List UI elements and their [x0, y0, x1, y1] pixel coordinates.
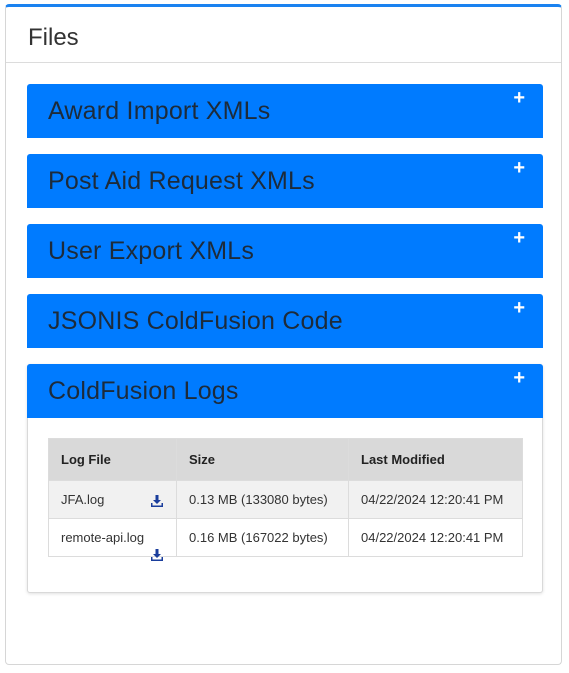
column-header-last-modified: Last Modified [348, 438, 523, 481]
accordion-title: Post Aid Request XMLs [48, 167, 315, 195]
download-icon[interactable] [150, 548, 164, 562]
table-header-row: Log File Size Last Modified [48, 438, 523, 481]
expand-plus-icon[interactable]: + [513, 367, 525, 389]
log-file-name: JFA.log [61, 492, 105, 507]
log-size-cell: 0.16 MB (167022 bytes) [176, 518, 349, 557]
table-row: remote-api.log 0.16 MB (167022 bytes) 04… [48, 518, 523, 561]
files-panel: Files Award Import XMLs + Post Aid Reque… [5, 4, 562, 665]
accordion-header-jsonis-coldfusion-code[interactable]: JSONIS ColdFusion Code + [27, 294, 543, 348]
expand-plus-icon[interactable]: + [513, 157, 525, 179]
log-file-name: remote-api.log [61, 530, 145, 545]
log-modified-cell: 04/22/2024 12:20:41 PM [348, 518, 523, 557]
accordion-header-user-export-xmls[interactable]: User Export XMLs + [27, 224, 543, 278]
download-icon[interactable] [150, 494, 164, 508]
column-header-log-file: Log File [48, 438, 177, 481]
accordion-item-jsonis-coldfusion-code: JSONIS ColdFusion Code + [27, 294, 543, 348]
accordion-item-post-aid-request-xmls: Post Aid Request XMLs + [27, 154, 543, 208]
log-file-cell: remote-api.log [48, 518, 177, 561]
accordion-item-user-export-xmls: User Export XMLs + [27, 224, 543, 278]
log-file-cell: JFA.log [48, 480, 177, 519]
expand-plus-icon[interactable]: + [513, 87, 525, 109]
expand-plus-icon[interactable]: + [513, 297, 525, 319]
accordion-content-coldfusion-logs: Log File Size Last Modified JFA.log 0.13… [28, 418, 542, 592]
logs-table: Log File Size Last Modified JFA.log 0.13… [48, 438, 523, 561]
page-title: Files [28, 24, 79, 51]
accordion-title: Award Import XMLs [48, 97, 271, 125]
panel-header: Files [6, 7, 561, 63]
accordion-item-award-import-xmls: Award Import XMLs + [27, 84, 543, 138]
accordion-title: ColdFusion Logs [48, 377, 239, 405]
log-size-cell: 0.13 MB (133080 bytes) [176, 480, 349, 519]
log-modified-cell: 04/22/2024 12:20:41 PM [348, 480, 523, 519]
accordion-title: JSONIS ColdFusion Code [48, 307, 343, 335]
accordion-item-coldfusion-logs: ColdFusion Logs + Log File Size Last Mod… [27, 364, 543, 593]
expand-plus-icon[interactable]: + [513, 227, 525, 249]
accordion-title: User Export XMLs [48, 237, 255, 265]
column-header-size: Size [176, 438, 349, 481]
table-row: JFA.log 0.13 MB (133080 bytes) 04/22/202… [48, 480, 523, 519]
accordion-header-post-aid-request-xmls[interactable]: Post Aid Request XMLs + [27, 154, 543, 208]
accordion-header-award-import-xmls[interactable]: Award Import XMLs + [27, 84, 543, 138]
accordion-header-coldfusion-logs[interactable]: ColdFusion Logs + [27, 364, 543, 418]
